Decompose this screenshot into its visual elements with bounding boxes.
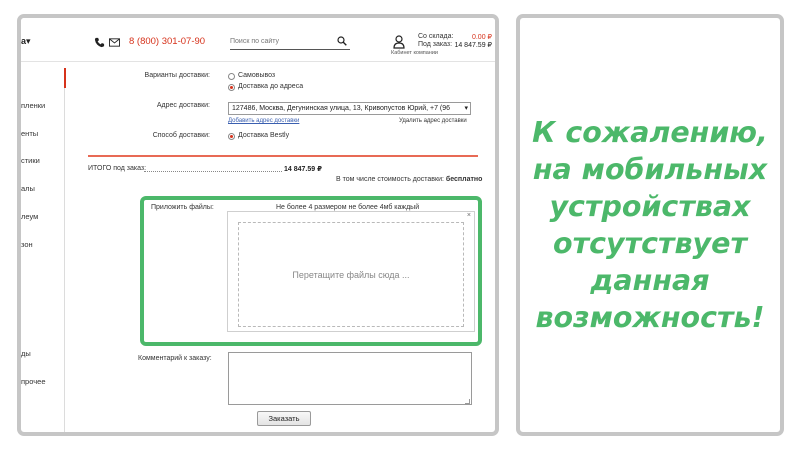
sidebar-item[interactable]: енты [21,129,38,138]
resize-grip[interactable] [465,399,470,404]
total-leader [144,171,282,172]
phone-icon[interactable] [94,37,105,48]
sidebar-item[interactable]: пленки [21,101,45,110]
delivery-method-label: Способ доставки: [152,132,210,139]
message-line: отсутствует [553,227,747,260]
sidebar-item[interactable]: зон [21,240,33,249]
section-divider [88,155,478,157]
radio-delivery-bestly-label[interactable]: Доставка Bestly [238,132,289,139]
user-icon[interactable] [393,35,405,49]
message-panel: К сожалению, на мобильных устройствах от… [516,14,784,436]
menu-dropdown[interactable]: а▾ [21,36,31,47]
message-line: возможность! [535,301,765,334]
mobile-unavailable-message: К сожалению, на мобильных устройствах от… [520,114,780,336]
sidebar-item[interactable]: алы [21,184,35,193]
stock-amount: 0.00 ₽ [471,34,492,41]
message-line: К сожалению, [532,116,768,149]
radio-delivery-bestly[interactable] [228,133,235,140]
sidebar-item[interactable]: прочее [21,377,46,386]
delivery-options-label: Варианты доставки: [144,72,210,79]
phone-number[interactable]: 8 (800) 301-07-90 [129,36,205,47]
search-box [230,34,350,50]
place-order-button[interactable]: Заказать [257,411,311,426]
shipping-cost-value: бесплатно [445,176,483,183]
checkout-screenshot: а▾ 8 (800) 301-07-90 Со склада: [21,18,495,432]
company-cabinet-link[interactable]: Кабинет компании [391,50,438,56]
message-line: на мобильных [532,153,768,186]
screenshot-panel: а▾ 8 (800) 301-07-90 Со склада: [17,14,499,436]
radio-pickup-label[interactable]: Самовывоз [238,72,275,79]
order-comment-input[interactable] [228,352,472,405]
order-label: Под заказ: [418,41,453,48]
sidebar-item[interactable]: стики [21,156,40,165]
radio-pickup[interactable] [228,73,235,80]
search-input[interactable] [230,34,330,48]
site-header: а▾ 8 (800) 301-07-90 Со склада: [21,18,495,62]
shipping-cost-label: В том числе стоимость доставки: [336,176,444,183]
message-line: данная [590,264,710,297]
delivery-address-label: Адрес доставки: [156,102,210,109]
highlight-frame [140,196,482,346]
delivery-address-value: 127486, Москва, Дегунинская улица, 13, К… [232,105,451,112]
total-label: ИТОГО под заказ: [88,165,147,172]
chevron-down-icon: ▾ [464,105,468,112]
total-value: 14 847.59 ₽ [284,166,322,173]
stock-label: Со склада: [418,33,454,40]
delivery-address-select[interactable]: 127486, Москва, Дегунинская улица, 13, К… [228,102,471,115]
message-line: устройствах [549,190,751,223]
delete-address-link[interactable]: Удалить адрес доставки [399,118,467,124]
shipping-cost-note: В том числе стоимость доставки: бесплатн… [336,176,482,183]
mail-icon[interactable] [109,38,120,47]
sidebar-item[interactable]: леум [21,212,38,221]
order-comment-label: Комментарий к заказу: [138,355,212,362]
sidebar-item[interactable]: ды [21,349,31,358]
sidebar-divider [64,88,65,432]
sidebar-accent [64,68,66,88]
radio-address-delivery-label[interactable]: Доставка до адреса [238,83,303,90]
menu-label: а [21,36,27,46]
order-amount: 14 847.59 ₽ [454,42,492,49]
radio-address-delivery[interactable] [228,84,235,91]
add-address-link[interactable]: Добавить адрес доставки [228,118,299,124]
search-icon[interactable] [337,36,347,46]
